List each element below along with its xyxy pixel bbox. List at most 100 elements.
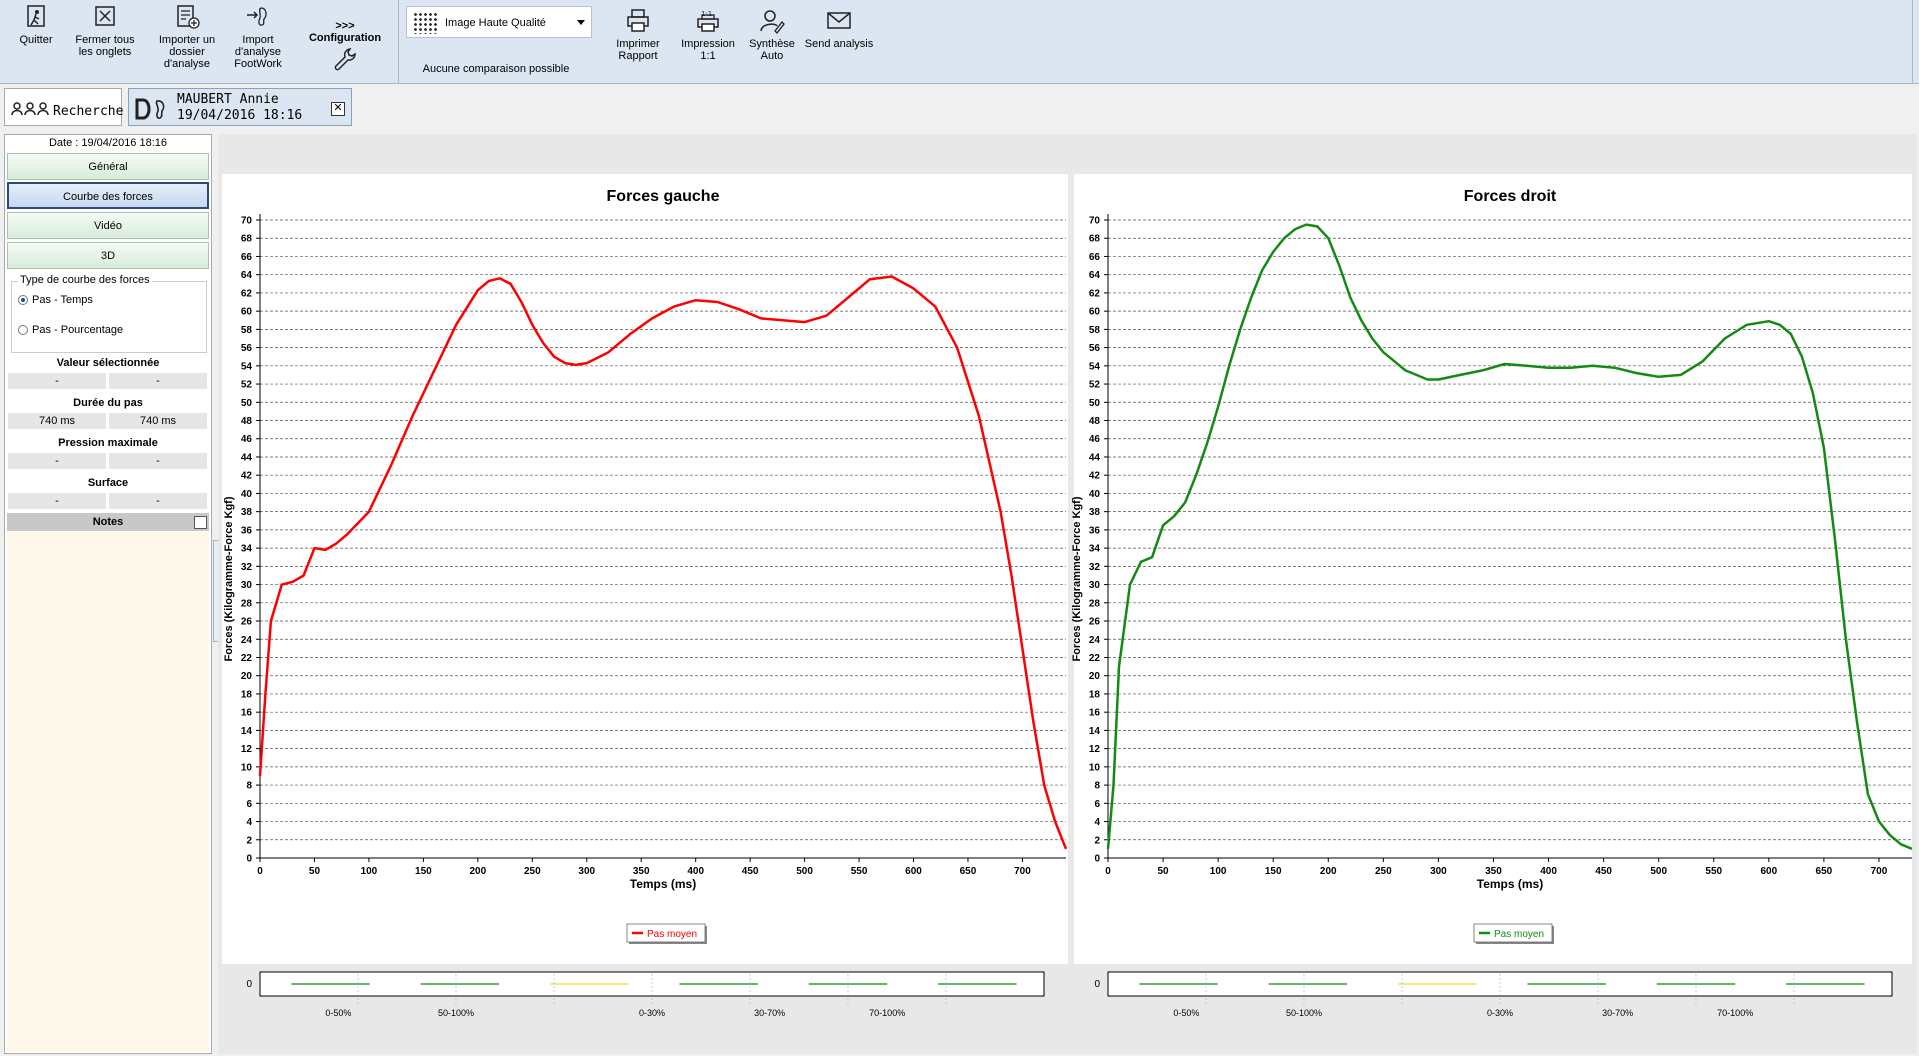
close-tab-icon[interactable]: ✕ [331,102,345,116]
right-xtick-label: 200 [1320,866,1337,877]
print-report-button[interactable]: Imprimer Rapport [608,8,668,62]
close-all-tabs-button[interactable]: Fermer tous les onglets [70,4,140,58]
max-pressure-title: Pression maximale [58,437,158,449]
left-ytick-label: 54 [241,361,253,372]
step-duration-title: Durée du pas [73,397,143,409]
left-ytick-label: 6 [246,799,252,810]
force-charts: 0246810121416182022242628303234363840424… [222,174,1913,1018]
sidebar: Date : 19/04/2016 18:16 Général Courbe d… [4,134,212,1054]
left-ytick-label: 18 [241,689,253,700]
right-xtick-label: 350 [1485,866,1502,877]
selected-value-right: - [109,373,207,389]
left-xtick-label: 550 [851,866,868,877]
tab-patient[interactable]: MAUBERT Annie 19/04/2016 18:16 ✕ [128,88,352,126]
import-footwork-label-3: FootWork [234,58,282,70]
right-ytick-label: 6 [1094,799,1100,810]
import-footwork-button[interactable]: Import d'analyse FootWork [226,4,290,70]
right-ytick-label: 34 [1089,544,1101,555]
surface-title: Surface [87,477,129,489]
left-ytick-label: 44 [241,452,253,463]
user-edit-icon [760,10,785,34]
people-icon [11,102,49,116]
notes-header[interactable]: Notes [7,513,209,531]
right-phase-strip-zero: 0 [1094,979,1100,990]
left-chart-title: Forces gauche [607,188,720,205]
toolbar-separator [398,0,399,84]
import-footwork-label-2: d'analyse [234,46,282,58]
left-ytick-label: 66 [241,252,253,263]
auto-synthesis-label-2: Auto [760,50,784,62]
left-phase-label: 0-50% [325,1008,351,1018]
auto-synthesis-button[interactable]: Synthèse Auto [742,8,802,62]
right-ytick-label: 32 [1089,562,1101,573]
surface-left: - [8,493,106,509]
right-ytick-label: 46 [1089,434,1101,445]
notes-textarea[interactable] [7,532,209,1052]
left-ytick-label: 56 [241,343,253,354]
left-ytick-label: 26 [241,617,253,628]
left-phase-label: 70-100% [869,1008,905,1018]
image-quality-value: Image Haute Qualité [445,17,546,29]
right-ytick-label: 40 [1089,489,1101,500]
right-ytick-label: 44 [1089,452,1101,463]
max-pressure-left: - [8,453,106,469]
right-phase-label: 50-100% [1286,1008,1322,1018]
auto-synthesis-label-1: Synthèse [749,38,795,50]
right-xtick-label: 500 [1650,866,1667,877]
left-phase-label: 0-30% [639,1008,665,1018]
right-phase-label: 0-30% [1487,1008,1513,1018]
left-phase-label: 50-100% [438,1008,474,1018]
quit-button[interactable]: Quitter [14,4,58,46]
left-ytick-label: 16 [241,708,253,719]
nav-force-curve[interactable]: Courbe des forces [7,182,209,209]
right-ytick-label: 36 [1089,525,1101,536]
nav-general[interactable]: Général [7,153,209,180]
import-folder-button[interactable]: Importer un dossier d'analyse [152,4,222,70]
chevron-down-icon [577,20,585,25]
left-ytick-label: 52 [241,380,253,391]
radio-step-percent-indicator[interactable] [18,325,28,336]
left-ytick-label: 0 [246,854,252,865]
left-ytick-label: 24 [241,635,253,646]
left-ytick-label: 20 [241,671,253,682]
left-ytick-label: 64 [241,270,253,281]
right-y-axis-label: Forces (Kilogramme-Force Kgf) [1071,496,1083,661]
send-analysis-button[interactable]: Send analysis [802,8,876,50]
right-ytick-label: 70 [1089,216,1101,227]
tab-search[interactable]: Recherche [4,88,124,126]
left-ytick-label: 4 [246,817,252,828]
radio-step-time-label: Pas - Temps [32,294,93,306]
print-one-to-one-button[interactable]: 1:1 Impression 1:1 [676,8,740,62]
left-chart-panel [222,174,1068,964]
left-ytick-label: 70 [241,216,253,227]
right-ytick-label: 14 [1089,726,1101,737]
image-quality-dropdown[interactable]: Image Haute Qualité [406,6,592,38]
tab-search-label: Recherche [53,104,124,119]
surface-right: - [109,493,207,509]
left-ytick-label: 28 [241,598,253,609]
patient-date: 19/04/2016 18:16 [177,108,303,123]
radio-step-time-indicator[interactable] [18,295,28,306]
nav-3d[interactable]: 3D [7,242,209,269]
import-footwork-label-1: Import [242,34,274,46]
right-ytick-label: 0 [1094,854,1100,865]
left-ytick-label: 38 [241,507,253,518]
right-ytick-label: 8 [1094,781,1100,792]
nav-video[interactable]: Vidéo [7,212,209,239]
close-tabs-icon [95,6,115,26]
right-xtick-label: 700 [1871,866,1888,877]
radio-step-time[interactable]: Pas - Temps [18,294,93,306]
right-ytick-label: 22 [1089,653,1101,664]
right-ytick-label: 54 [1089,361,1101,372]
footwork-logo-icon [135,98,165,120]
configuration-button[interactable]: >>> Configuration [300,20,390,76]
import-footwork-icon [247,7,267,26]
right-x-axis-label: Temps (ms) [1477,877,1543,891]
right-xtick-label: 550 [1705,866,1722,877]
notes-label: Notes [92,516,124,528]
quality-grid-icon [413,12,439,34]
right-xtick-label: 150 [1265,866,1282,877]
radio-step-percent[interactable]: Pas - Pourcentage [18,324,123,336]
expand-notes-icon[interactable] [194,516,207,529]
wrench-icon [334,48,356,71]
